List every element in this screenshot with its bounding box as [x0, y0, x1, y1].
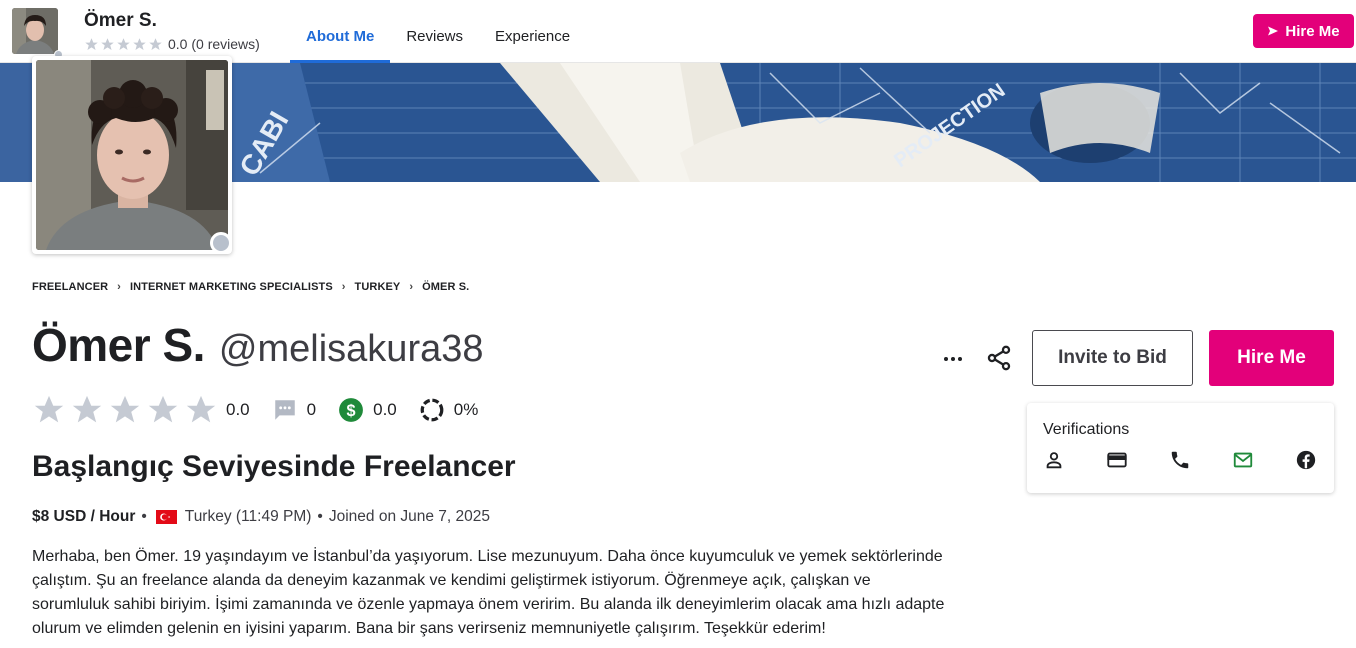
separator-dot: •: [317, 508, 323, 525]
separator-dot: •: [141, 508, 147, 525]
rating-stars: [32, 393, 218, 427]
page-title: Ömer S.: [32, 319, 205, 371]
online-status-dot-large: [210, 232, 232, 254]
invite-to-bid-button[interactable]: Invite to Bid: [1032, 330, 1193, 386]
hire-me-button[interactable]: Hire Me: [1209, 330, 1334, 386]
avatar-small[interactable]: [12, 8, 58, 54]
header-name: Ömer S.: [84, 10, 157, 31]
breadcrumb-item-country[interactable]: TURKEY: [355, 281, 401, 293]
completion-rate-icon: [419, 397, 445, 423]
star-icon: [72, 395, 102, 423]
svg-text:$: $: [347, 402, 356, 420]
chevron-right-icon: ›: [117, 281, 121, 293]
profile-meta: $8 USD / Hour • Turkey (11:49 PM) • Join…: [32, 508, 490, 526]
verifications-card: Verifications: [1027, 403, 1334, 493]
breadcrumb-item-freelancer[interactable]: FREELANCER: [32, 281, 108, 293]
chevron-right-icon: ›: [341, 281, 346, 293]
location-time: Turkey (11:49 PM): [184, 508, 312, 525]
profile-stats: 0.0 0 $ 0.0 0%: [32, 392, 478, 428]
earnings-icon: $: [338, 397, 364, 423]
phone-icon: [1169, 449, 1232, 471]
star-icon: [148, 395, 178, 423]
star-icon: [34, 395, 64, 423]
rating-value: 0.0: [226, 400, 250, 419]
completion-rate-value: 0%: [453, 400, 479, 419]
more-horizontal-icon: [944, 357, 962, 361]
profile-tabs: About Me Reviews Experience: [290, 0, 586, 63]
turkey-flag-icon: [155, 510, 177, 524]
tab-experience[interactable]: Experience: [479, 0, 586, 63]
star-icon: [85, 37, 98, 50]
header-rating: 0.0 (0 reviews): [84, 36, 260, 52]
star-icon: [133, 37, 146, 50]
header-rating-text: 0.0 (0 reviews): [168, 36, 260, 52]
joined-date: Joined on June 7, 2025: [328, 508, 491, 525]
profile-sticky-header: Ömer S. 0.0 (0 reviews) About Me Reviews…: [0, 0, 1356, 63]
send-icon: [1268, 26, 1279, 36]
star-icon: [117, 37, 130, 50]
breadcrumb-item-category[interactable]: INTERNET MARKETING SPECIALISTS: [130, 281, 333, 293]
star-icon: [110, 395, 140, 423]
header-hire-button[interactable]: Hire Me: [1253, 14, 1354, 48]
credit-card-icon: [1106, 449, 1169, 471]
reviews-count: 0: [306, 400, 317, 419]
header-hire-label: Hire Me: [1285, 22, 1340, 40]
tab-reviews[interactable]: Reviews: [390, 0, 479, 63]
email-icon: [1232, 449, 1295, 471]
breadcrumb-item-current: ÖMER S.: [422, 281, 470, 293]
profile-name-row: Ömer S. @melisakura38: [32, 318, 484, 372]
more-options-button[interactable]: [938, 344, 968, 374]
star-icon: [186, 395, 216, 423]
profile-bio: Merhaba, ben Ömer. 19 yaşındayım ve İsta…: [32, 548, 945, 637]
profile-headline: Başlangıç Seviyesinde Freelancer: [32, 450, 516, 483]
star-icon: [149, 37, 162, 50]
rating-stars-small: [84, 37, 163, 52]
profile-photo-frame: [32, 56, 232, 254]
chevron-right-icon: ›: [409, 281, 414, 293]
facebook-icon: [1295, 449, 1356, 471]
verification-icons: [1043, 449, 1356, 471]
reviews-icon: [272, 397, 298, 423]
breadcrumb: FREELANCER › INTERNET MARKETING SPECIALI…: [32, 281, 469, 293]
tab-about-me[interactable]: About Me: [290, 0, 391, 63]
share-button[interactable]: [984, 343, 1014, 373]
star-icon: [101, 37, 114, 50]
username: @melisakura38: [218, 328, 484, 370]
share-icon: [987, 345, 1011, 371]
person-icon: [1043, 449, 1106, 471]
profile-photo[interactable]: [36, 60, 228, 250]
earnings-value: 0.0: [373, 400, 397, 419]
hourly-rate: $8 USD / Hour: [32, 508, 136, 525]
verifications-title: Verifications: [1043, 421, 1130, 438]
